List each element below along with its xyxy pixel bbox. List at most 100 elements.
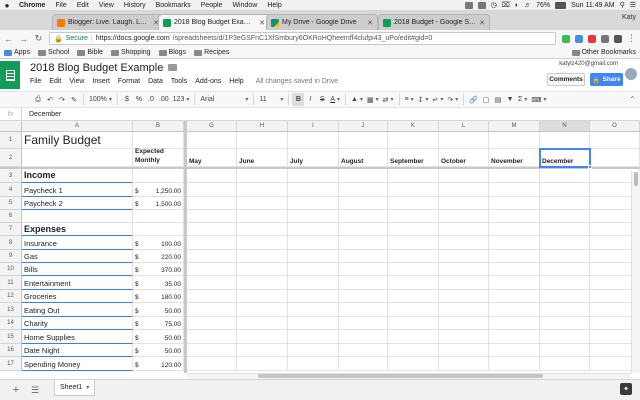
cell-b7[interactable] bbox=[133, 223, 184, 236]
empty-cell[interactable] bbox=[489, 344, 540, 357]
empty-cell[interactable] bbox=[187, 183, 237, 197]
row-header-13[interactable]: 13 bbox=[0, 303, 22, 317]
empty-cell[interactable] bbox=[187, 169, 237, 183]
column-header-i[interactable]: I bbox=[288, 121, 339, 132]
empty-cell[interactable] bbox=[540, 357, 590, 371]
empty-cell[interactable] bbox=[439, 303, 489, 317]
status-app-icon[interactable] bbox=[477, 1, 486, 9]
menu-people[interactable]: People bbox=[196, 2, 228, 9]
row-header-10[interactable]: 10 bbox=[0, 263, 22, 276]
empty-cell[interactable] bbox=[237, 236, 288, 250]
empty-cell[interactable] bbox=[439, 317, 489, 330]
wifi-icon[interactable]: ◐ bbox=[515, 2, 519, 9]
bookmark-folder-recipes[interactable]: Recipes bbox=[194, 49, 229, 56]
empty-cell[interactable] bbox=[339, 132, 388, 149]
empty-cell[interactable] bbox=[388, 276, 439, 290]
row-header-16[interactable]: 16 bbox=[0, 344, 22, 357]
empty-cell[interactable] bbox=[288, 263, 339, 276]
menu-window[interactable]: Window bbox=[227, 2, 262, 9]
redo-icon[interactable]: ↷ bbox=[56, 93, 68, 106]
empty-cell[interactable] bbox=[339, 344, 388, 357]
expense-label-entertainment[interactable]: Entertainment bbox=[22, 276, 133, 290]
docs-menu-help[interactable]: Help bbox=[229, 78, 243, 85]
empty-cell[interactable] bbox=[439, 210, 489, 223]
expense-amount-date-night[interactable]: $50.00 bbox=[133, 344, 184, 357]
column-header-a[interactable]: A bbox=[22, 121, 133, 132]
browser-tab[interactable]: 2018 Budget - Google Sheets ✕ bbox=[378, 14, 490, 30]
empty-cell[interactable] bbox=[388, 290, 439, 303]
column-header-b[interactable]: B bbox=[133, 121, 184, 132]
text-color-button[interactable]: A bbox=[328, 93, 342, 106]
expense-label-spending-money[interactable]: Spending Money bbox=[22, 357, 133, 371]
empty-cell[interactable] bbox=[288, 169, 339, 183]
increase-decimal-button[interactable]: .00 bbox=[157, 93, 171, 106]
clock[interactable]: Sun 11:49 AM bbox=[571, 2, 614, 9]
empty-cell[interactable] bbox=[439, 132, 489, 149]
menu-app-name[interactable]: Chrome bbox=[14, 2, 50, 9]
column-header-j[interactable]: J bbox=[339, 121, 388, 132]
empty-cell[interactable] bbox=[339, 263, 388, 276]
currency-format-button[interactable]: $ bbox=[121, 93, 133, 106]
undo-icon[interactable]: ↶ bbox=[44, 93, 56, 106]
column-header-m[interactable]: M bbox=[489, 121, 540, 132]
expense-amount-gas[interactable]: $220.00 bbox=[133, 250, 184, 263]
insert-comment-icon[interactable]: ▢ bbox=[480, 93, 492, 106]
empty-cell[interactable] bbox=[439, 357, 489, 371]
insert-link-icon[interactable]: 🔗 bbox=[467, 93, 480, 106]
empty-cell[interactable] bbox=[288, 183, 339, 197]
empty-cell[interactable] bbox=[388, 197, 439, 210]
empty-cell[interactable] bbox=[439, 183, 489, 197]
empty-cell[interactable] bbox=[237, 132, 288, 149]
empty-cell[interactable] bbox=[489, 197, 540, 210]
bookmark-folder-other[interactable]: Other Bookmarks bbox=[571, 49, 636, 56]
extension-icon[interactable] bbox=[588, 34, 596, 43]
expense-amount-home-supplies[interactable]: $50.00 bbox=[133, 330, 184, 344]
month-header-may[interactable]: May bbox=[187, 149, 237, 167]
close-icon[interactable]: ✕ bbox=[259, 19, 265, 27]
empty-cell[interactable] bbox=[388, 236, 439, 250]
chevron-down-icon[interactable]: ▾ bbox=[86, 384, 89, 391]
empty-cell[interactable] bbox=[237, 250, 288, 263]
menu-help[interactable]: Help bbox=[262, 2, 286, 9]
empty-cell[interactable] bbox=[489, 317, 540, 330]
empty-cell[interactable] bbox=[339, 236, 388, 250]
horizontal-align-icon[interactable]: ≡ bbox=[403, 93, 416, 106]
insert-chart-icon[interactable]: ▤ bbox=[492, 93, 504, 106]
expense-label-date-night[interactable]: Date Night bbox=[22, 344, 133, 357]
empty-cell[interactable] bbox=[388, 303, 439, 317]
share-button[interactable]: 🔒 Share bbox=[590, 73, 623, 86]
expense-label-groceries[interactable]: Groceries bbox=[22, 290, 133, 303]
percent-format-button[interactable]: % bbox=[133, 93, 145, 106]
select-all-corner[interactable] bbox=[0, 121, 22, 132]
horizontal-scrollbar-thumb[interactable] bbox=[258, 374, 543, 378]
empty-cell[interactable] bbox=[339, 197, 388, 210]
bookmark-folder-school[interactable]: School bbox=[37, 49, 69, 56]
empty-cell[interactable] bbox=[288, 223, 339, 236]
empty-cell[interactable] bbox=[439, 197, 489, 210]
menu-bookmarks[interactable]: Bookmarks bbox=[151, 2, 196, 9]
docs-menu-tools[interactable]: Tools bbox=[171, 78, 187, 85]
row-header-11[interactable]: 11 bbox=[0, 276, 22, 290]
row-header-8[interactable]: 8 bbox=[0, 236, 22, 250]
browser-tab[interactable]: Blogger: Live. Laugh. Lowe. ✕ bbox=[52, 14, 164, 30]
empty-cell[interactable] bbox=[540, 317, 590, 330]
empty-cell[interactable] bbox=[237, 263, 288, 276]
column-header-k[interactable]: K bbox=[388, 121, 439, 132]
empty-cell[interactable] bbox=[489, 236, 540, 250]
apple-icon[interactable]: ● bbox=[0, 1, 14, 10]
extension-icon[interactable] bbox=[575, 34, 583, 43]
empty-cell[interactable] bbox=[339, 210, 388, 223]
empty-cell[interactable] bbox=[187, 250, 237, 263]
expense-label-eating-out[interactable]: Eating Out bbox=[22, 303, 133, 317]
empty-cell[interactable] bbox=[540, 303, 590, 317]
month-header-august[interactable]: August bbox=[339, 149, 388, 167]
menu-file[interactable]: File bbox=[50, 2, 71, 9]
row-header-5[interactable]: 5 bbox=[0, 197, 22, 210]
account-email[interactable]: katylz420@gmail.com bbox=[559, 61, 618, 67]
volume-icon[interactable]: ♬ bbox=[524, 2, 531, 9]
empty-cell[interactable] bbox=[489, 303, 540, 317]
kebab-menu-icon[interactable]: ⋮ bbox=[627, 33, 636, 44]
empty-cell[interactable] bbox=[288, 276, 339, 290]
empty-cell[interactable] bbox=[187, 197, 237, 210]
docs-menu-addons[interactable]: Add-ons bbox=[195, 78, 221, 85]
